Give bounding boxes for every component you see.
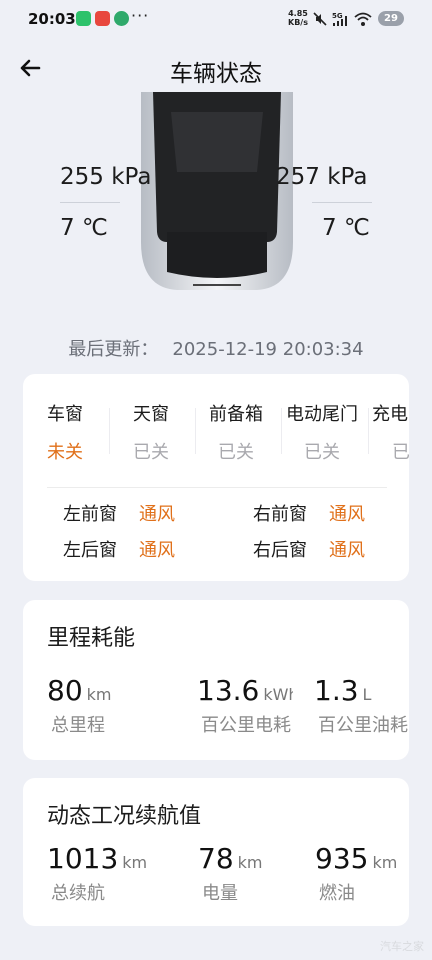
opening-status: 已关 [218, 442, 254, 463]
svg-text:5G: 5G [332, 12, 343, 20]
metric-label: 燃油 [319, 883, 355, 904]
total-mileage-metric: 80 km 总里程 [47, 674, 112, 737]
network-speed-unit: KB/s [288, 18, 308, 27]
column-divider [195, 408, 196, 454]
front-right-tire-temp: 7 ℃ [322, 215, 370, 241]
window-rear-right: 右后窗 通风 [253, 536, 365, 562]
metric-label: 百公里油耗 [318, 715, 408, 736]
tire-divider [60, 202, 120, 203]
status-time: 20:03 [28, 10, 76, 28]
network-speed-value: 4.85 [288, 9, 308, 18]
opening-name: 天窗 [133, 404, 169, 425]
car-top-view-image [141, 92, 293, 290]
metric-value: 80 [47, 674, 83, 707]
window-label: 右后窗 [253, 540, 307, 561]
column-divider [109, 408, 110, 454]
metric-unit: km [237, 853, 263, 872]
section-divider [47, 487, 387, 488]
last-updated-label: 最后更新： [68, 339, 159, 360]
window-status: 通风 [329, 540, 365, 561]
electric-consumption-metric: 13.6kWh 百公里电耗 [197, 674, 293, 737]
last-updated: 最后更新： 2025-12-19 20:03:34 [0, 335, 432, 361]
metric-value: 78 [198, 842, 234, 875]
page-title: 车辆状态 [170, 61, 262, 87]
mute-icon [313, 12, 327, 26]
metric-unit: kWh [263, 685, 293, 704]
window-status: 通风 [139, 540, 175, 561]
red-app-icon [95, 11, 110, 26]
metric-label: 电量 [202, 883, 238, 904]
opening-name: 车窗 [47, 404, 83, 425]
opening-item-sunroof[interactable]: 天窗 已关 [133, 400, 169, 464]
metric-unit: km [86, 685, 112, 704]
range-title: 动态工况续航值 [47, 804, 202, 829]
front-right-tire-pressure: 257 kPa [276, 164, 368, 190]
status-icons: 5G [312, 11, 372, 27]
electric-range-metric: 78 km 电量 [198, 842, 263, 905]
metric-label: 总续航 [51, 883, 105, 904]
front-left-tire-pressure: 255 kPa [60, 164, 152, 190]
metric-unit: L [362, 685, 372, 704]
more-notifications-icon: ··· [131, 6, 150, 25]
metric-label: 百公里电耗 [201, 715, 291, 736]
wifi-icon [354, 12, 372, 26]
opening-item-window[interactable]: 车窗 未关 [47, 400, 83, 464]
metric-value: 1013 [47, 842, 119, 875]
opening-name: 前备箱 [209, 404, 263, 425]
total-range-metric: 1013 km 总续航 [47, 842, 147, 905]
opening-status: 已 [392, 442, 409, 463]
opening-name: 电动尾门 [286, 404, 358, 425]
window-rear-left: 左后窗 通风 [63, 536, 175, 562]
opening-status: 未关 [47, 442, 83, 463]
window-status: 通风 [139, 504, 175, 525]
openings-card: 车窗 未关 天窗 已关 前备箱 已关 电动尾门 已关 充电 已 左前窗 通风 右前… [23, 374, 409, 581]
opening-item-frunk[interactable]: 前备箱 已关 [209, 400, 263, 464]
window-front-right: 右前窗 通风 [253, 500, 365, 526]
fuel-consumption-metric: 1.3 L 百公里油耗 [314, 674, 409, 737]
mobile-app-icon [114, 11, 129, 26]
battery-icon: 29 [378, 11, 404, 26]
opening-status: 已关 [133, 442, 169, 463]
window-label: 左前窗 [63, 504, 117, 525]
tire-divider [312, 202, 372, 203]
window-label: 右前窗 [253, 504, 307, 525]
fuel-range-metric: 935 km 燃油 [315, 842, 397, 905]
mileage-card: 里程耗能 80km 总里程 13.6kWh 百公里电耗 1.3L 百公里油耗 [23, 600, 409, 760]
mileage-title: 里程耗能 [47, 626, 136, 651]
window-label: 左后窗 [63, 540, 117, 561]
opening-item-charge-port[interactable]: 充电 已 [372, 400, 409, 464]
watermark: 汽车之家 [380, 940, 424, 953]
last-updated-value: 2025-12-19 20:03:34 [172, 339, 364, 360]
front-left-tire-temp: 7 ℃ [60, 215, 108, 241]
signal-5g-icon: 5G [332, 12, 347, 26]
metric-value: 13.6 [197, 674, 260, 707]
column-divider [368, 408, 369, 454]
metric-value: 935 [315, 842, 369, 875]
opening-status: 已关 [304, 442, 340, 463]
opening-name: 充电 [372, 404, 408, 425]
column-divider [281, 408, 282, 454]
opening-item-power-tailgate[interactable]: 电动尾门 已关 [286, 400, 358, 464]
network-speed: 4.85 KB/s [288, 9, 308, 27]
chat-app-icon [76, 11, 91, 26]
metric-unit: km [122, 853, 148, 872]
metric-value: 1.3 [314, 674, 359, 707]
header: 车辆状态 [0, 42, 432, 92]
window-status: 通风 [329, 504, 365, 525]
range-card: 动态工况续航值 1013 km 总续航 78 km 电量 935 km 燃油 [23, 778, 409, 926]
window-front-left: 左前窗 通风 [63, 500, 175, 526]
metric-unit: km [372, 853, 398, 872]
metric-label: 总里程 [51, 715, 105, 736]
status-bar: 20:03 ··· 4.85 KB/s 5G 29 [0, 0, 432, 38]
